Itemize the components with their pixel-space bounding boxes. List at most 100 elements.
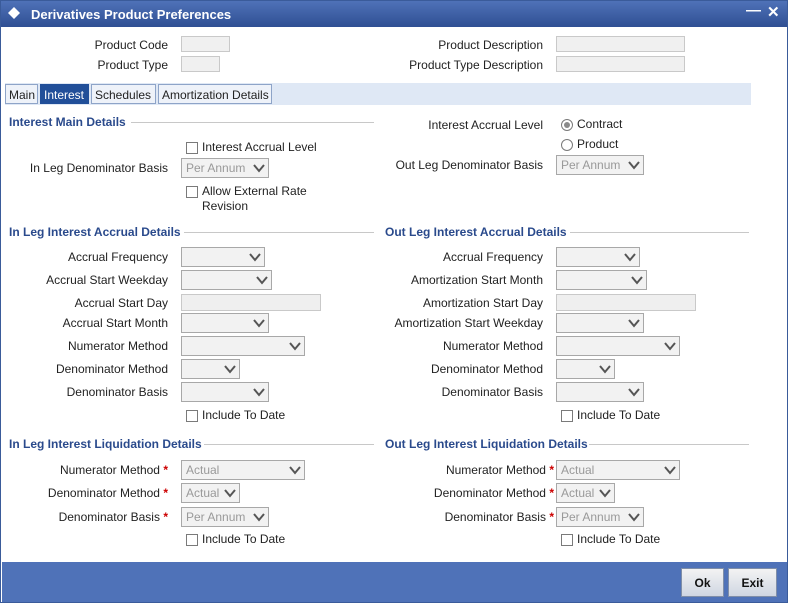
out-leg-denominator-method-label: Denominator Method xyxy=(430,362,543,376)
interest-accrual-level-label: Interest Accrual Level xyxy=(428,118,543,132)
section-title-out-leg-liquidation: Out Leg Interest Liquidation Details xyxy=(385,437,588,451)
in-leg-denominator-method-label: Denominator Method xyxy=(55,362,168,376)
tab-main[interactable]: Main xyxy=(5,84,38,104)
in-leg-liq-denominator-basis-select[interactable]: Per Annum xyxy=(181,507,269,527)
product-type-field[interactable] xyxy=(181,56,220,72)
interest-accrual-level-check-label: Interest Accrual Level xyxy=(202,140,317,154)
out-leg-liq-denominator-basis-select[interactable]: Per Annum xyxy=(556,507,644,527)
in-leg-liq-numerator-method-label: Numerator Method * xyxy=(60,463,168,477)
section-divider xyxy=(184,232,374,233)
in-leg-liq-denominator-method-select[interactable]: Actual xyxy=(181,483,240,503)
in-leg-denominator-basis-label: Denominator Basis xyxy=(66,385,168,399)
exit-button[interactable]: Exit xyxy=(728,568,777,597)
required-marker: * xyxy=(549,510,554,524)
ok-button[interactable]: Ok xyxy=(681,568,724,597)
chevron-down-icon xyxy=(289,342,301,351)
in-leg-liq-denominator-method-label: Denominator Method * xyxy=(48,486,168,500)
product-code-field[interactable] xyxy=(181,36,230,52)
window: Derivatives Product Preferences — ✕ Prod… xyxy=(0,0,788,603)
footer-bar xyxy=(2,562,787,602)
tab-schedules[interactable]: Schedules xyxy=(91,84,156,104)
label-text: Denominator Basis xyxy=(444,510,546,524)
chevron-down-icon xyxy=(599,489,611,498)
in-leg-liq-denominator-basis-label: Denominator Basis * xyxy=(59,510,168,524)
tab-interest[interactable]: Interest xyxy=(40,84,89,104)
chevron-down-icon xyxy=(253,513,265,522)
chevron-down-icon xyxy=(224,489,236,498)
out-leg-amortization-start-day-input[interactable] xyxy=(556,294,696,311)
in-leg-accrual-start-day-label: Accrual Start Day xyxy=(74,296,168,310)
select-value: Actual xyxy=(561,463,595,477)
select-value: Actual xyxy=(561,486,595,500)
product-code-label: Product Code xyxy=(94,38,168,52)
product-type-description-field[interactable] xyxy=(556,56,685,72)
allow-external-rate-revision-checkbox[interactable] xyxy=(186,186,198,198)
out-leg-liq-include-to-date-label: Include To Date xyxy=(577,532,661,546)
out-leg-amortization-start-month-select[interactable] xyxy=(556,270,647,290)
section-divider xyxy=(570,232,749,233)
chevron-down-icon xyxy=(624,253,636,262)
out-leg-liq-numerator-method-label: Numerator Method * xyxy=(446,463,554,477)
out-leg-numerator-method-label: Numerator Method xyxy=(442,339,543,353)
select-value: Per Annum xyxy=(561,158,621,172)
in-leg-denominator-method-select[interactable] xyxy=(181,359,240,379)
in-leg-numerator-method-label: Numerator Method xyxy=(67,339,168,353)
chevron-down-icon xyxy=(249,253,261,262)
chevron-down-icon xyxy=(253,319,265,328)
out-leg-denominator-basis-select[interactable]: Per Annum xyxy=(556,155,644,175)
in-leg-accrual-frequency-select[interactable] xyxy=(181,247,265,267)
chevron-down-icon xyxy=(628,513,640,522)
select-value: Per Annum xyxy=(186,510,246,524)
required-marker: * xyxy=(163,510,168,524)
select-value: Per Annum xyxy=(561,510,621,524)
label-text: Numerator Method xyxy=(445,463,546,477)
chevron-down-icon xyxy=(289,466,301,475)
out-leg-amortization-start-month-label: Amortization Start Month xyxy=(410,273,543,287)
minimize-icon[interactable]: — xyxy=(746,2,761,19)
section-divider xyxy=(589,444,749,445)
in-leg-accrual-start-month-select[interactable] xyxy=(181,313,269,333)
out-leg-liq-numerator-method-select[interactable]: Actual xyxy=(556,460,680,480)
out-leg-accrual-frequency-select[interactable] xyxy=(556,247,640,267)
interest-accrual-level-checkbox[interactable] xyxy=(186,142,198,154)
out-leg-denominator-basis-select[interactable] xyxy=(556,382,644,402)
out-leg-denominator-basis-label: Denominator Basis xyxy=(441,385,543,399)
product-description-label: Product Description xyxy=(438,38,543,52)
section-title-in-leg-liquidation: In Leg Interest Liquidation Details xyxy=(9,437,202,451)
label-text: Denominator Method xyxy=(433,486,546,500)
in-leg-include-to-date-checkbox[interactable] xyxy=(186,410,198,422)
section-title-interest-main: Interest Main Details xyxy=(9,115,126,129)
out-leg-denominator-method-select[interactable] xyxy=(556,359,615,379)
chevron-down-icon xyxy=(253,388,265,397)
out-leg-liq-denominator-method-select[interactable]: Actual xyxy=(556,483,615,503)
tab-amortization-details[interactable]: Amortization Details xyxy=(158,84,272,104)
select-value: Actual xyxy=(186,486,220,500)
in-leg-liq-include-to-date-checkbox[interactable] xyxy=(186,534,198,546)
chevron-down-icon xyxy=(631,276,643,285)
radio-contract[interactable] xyxy=(561,119,573,131)
product-description-field[interactable] xyxy=(556,36,685,52)
in-leg-numerator-method-select[interactable] xyxy=(181,336,305,356)
radio-product-label: Product xyxy=(577,137,619,151)
in-leg-denominator-basis-select[interactable] xyxy=(181,382,269,402)
out-leg-amortization-start-weekday-select[interactable] xyxy=(556,313,644,333)
chevron-down-icon xyxy=(664,466,676,475)
in-leg-denominator-basis-select[interactable]: Per Annum xyxy=(181,158,269,178)
out-leg-include-to-date-label: Include To Date xyxy=(577,408,661,422)
section-divider xyxy=(204,444,374,445)
in-leg-liq-numerator-method-select[interactable]: Actual xyxy=(181,460,305,480)
diamond-icon xyxy=(8,7,20,19)
out-leg-amortization-start-weekday-label: Amortization Start Weekday xyxy=(394,316,543,330)
in-leg-accrual-start-weekday-select[interactable] xyxy=(181,270,272,290)
select-value: Actual xyxy=(186,463,220,477)
out-leg-numerator-method-select[interactable] xyxy=(556,336,680,356)
radio-product[interactable] xyxy=(561,139,573,151)
chevron-down-icon xyxy=(664,342,676,351)
out-leg-include-to-date-checkbox[interactable] xyxy=(561,410,573,422)
label-text: Denominator Basis xyxy=(58,510,160,524)
out-leg-liq-include-to-date-checkbox[interactable] xyxy=(561,534,573,546)
section-title-in-leg-accrual: In Leg Interest Accrual Details xyxy=(9,225,181,239)
in-leg-accrual-start-day-input[interactable] xyxy=(181,294,321,311)
close-icon[interactable]: ✕ xyxy=(767,3,780,21)
required-marker: * xyxy=(163,463,168,477)
